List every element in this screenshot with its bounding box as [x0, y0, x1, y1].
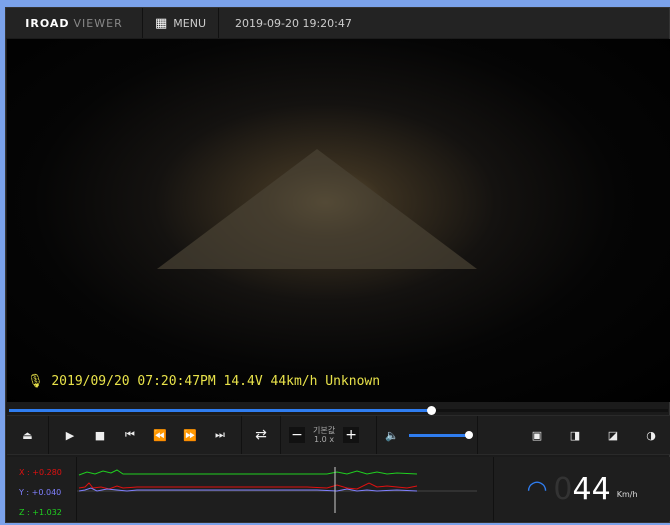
- speedometer-icon: ◠: [526, 475, 548, 503]
- eject-icon[interactable]: ⏏: [21, 429, 35, 442]
- gsensor-x: X : +0.280: [19, 468, 62, 477]
- gsensor-z: Z : +1.032: [19, 508, 62, 517]
- progress-bar[interactable]: [7, 406, 670, 415]
- pip-view-icon[interactable]: ◪: [606, 429, 620, 442]
- contrast-icon[interactable]: ◑: [644, 429, 658, 442]
- mic-icon: 🎙: [27, 374, 44, 389]
- play-icon[interactable]: ▶: [63, 429, 77, 442]
- speed-unit: Km/h: [616, 489, 638, 499]
- info-panel: X : +0.280 Y : +0.040 Z : +1.032 ◠ 044 K…: [7, 457, 670, 521]
- control-bar: ⏏ ▶ ■ ⏮ ⏪ ⏩ ⏭ ⇄ − 기본값 1.0 x + 🔈 ▣ ◨ ◪ ◑: [7, 415, 670, 455]
- volume-icon[interactable]: 🔈: [385, 429, 399, 442]
- rewind-icon[interactable]: ⏪: [153, 429, 167, 442]
- volume-slider[interactable]: [409, 430, 473, 439]
- playback-speed: 기본값 1.0 x: [313, 426, 336, 444]
- gsensor-graph[interactable]: [77, 457, 493, 521]
- video-frame[interactable]: 🎙 2019/09/20 07:20:47PM 14.4V 44km/h Unk…: [7, 39, 670, 402]
- speed-value: 44: [572, 471, 611, 507]
- progress-handle[interactable]: [426, 406, 436, 415]
- viewer-window: IROAD VIEWER ▦ MENU 2019-09-20 19:20:47 🎙 …: [5, 7, 670, 523]
- fast-forward-icon[interactable]: ⏩: [183, 429, 197, 442]
- speed-up-button[interactable]: +: [343, 427, 360, 443]
- x-line: [78, 482, 418, 490]
- gsensor-y: Y : +0.040: [19, 488, 62, 497]
- z-line: [78, 469, 418, 476]
- speedometer: ◠ 044 Km/h: [493, 457, 670, 521]
- grid-icon: ▦: [155, 15, 168, 31]
- repeat-icon[interactable]: ⇄: [254, 427, 268, 443]
- road-image: [157, 149, 477, 269]
- speed-down-button[interactable]: −: [289, 427, 305, 443]
- full-view-icon[interactable]: ▣: [530, 429, 544, 442]
- skip-end-icon[interactable]: ⏭: [213, 428, 227, 442]
- gsensor-values: X : +0.280 Y : +0.040 Z : +1.032: [7, 457, 77, 521]
- top-bar: IROAD VIEWER ▦ MENU 2019-09-20 19:20:47: [6, 8, 669, 38]
- menu-button[interactable]: ▦ MENU: [143, 8, 220, 38]
- logo: IROAD VIEWER: [6, 8, 143, 38]
- split-view-icon[interactable]: ◨: [568, 429, 582, 442]
- skip-start-icon[interactable]: ⏮: [123, 428, 137, 442]
- header-datetime: 2019-09-20 19:20:47: [235, 16, 352, 30]
- video-overlay: 🎙 2019/09/20 07:20:47PM 14.4V 44km/h Unk…: [27, 374, 381, 389]
- stop-icon[interactable]: ■: [93, 429, 107, 442]
